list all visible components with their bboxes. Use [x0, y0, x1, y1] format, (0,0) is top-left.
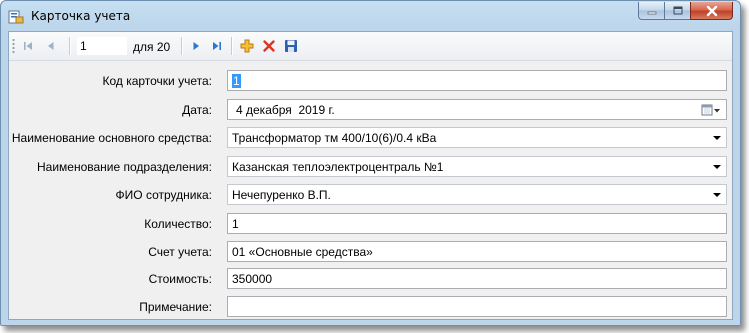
note-field[interactable] — [227, 296, 727, 317]
minimize-icon — [647, 11, 656, 14]
chevron-down-icon[interactable] — [713, 165, 721, 169]
department-combobox[interactable]: Казанская теплоэлектроцентраль №1 — [227, 156, 727, 177]
quantity-value: 1 — [232, 217, 239, 231]
move-last-icon — [213, 42, 221, 50]
form-row-date: Дата: 4 декабря 2019 г. — [9, 99, 732, 121]
move-first-button[interactable] — [19, 37, 37, 55]
account-field[interactable]: 01 «Основные средства» — [227, 241, 727, 262]
asset-combobox[interactable]: Трансформатор тм 400/10(6)/0.4 кВа — [227, 127, 727, 148]
form-row-note: Примечание: — [9, 296, 732, 318]
form-client-area: для 20 Код карточки учета: 1 Да — [8, 31, 733, 320]
minimize-button[interactable] — [638, 2, 664, 20]
date-picker[interactable]: 4 декабря 2019 г. — [227, 99, 727, 120]
chevron-down-icon[interactable] — [713, 136, 721, 140]
code-label: Код карточки учета: — [102, 74, 212, 88]
move-last-button[interactable] — [208, 37, 226, 55]
form-row-account: Счет учета: 01 «Основные средства» — [9, 241, 732, 263]
asset-label: Наименование основного средства: — [11, 131, 212, 145]
department-value: Казанская теплоэлектроцентраль №1 — [232, 160, 444, 174]
quantity-label: Количество: — [144, 217, 212, 231]
close-button[interactable] — [690, 2, 733, 20]
account-value: 01 «Основные средства» — [232, 245, 373, 259]
code-field[interactable]: 1 — [227, 70, 727, 91]
position-input[interactable] — [77, 37, 127, 55]
cost-label: Стоимость: — [148, 272, 212, 286]
move-previous-icon — [48, 42, 54, 50]
maximize-icon — [673, 6, 682, 14]
toolbar-grip[interactable] — [12, 38, 15, 54]
title-bar[interactable]: Карточка учета — [1, 1, 740, 31]
toolbar-separator — [181, 37, 183, 55]
account-label: Счет учета: — [148, 245, 212, 259]
move-previous-button[interactable] — [42, 37, 60, 55]
binding-navigator: для 20 — [9, 32, 732, 61]
employee-value: Нечепуренко В.П. — [232, 188, 331, 202]
form-row-cost: Стоимость: 350000 — [9, 268, 732, 290]
quantity-field[interactable]: 1 — [227, 213, 727, 234]
save-button[interactable] — [282, 37, 300, 55]
calendar-dropdown-icon[interactable] — [701, 103, 721, 117]
form-row-department: Наименование подразделения: Казанская те… — [9, 156, 732, 178]
employee-label: ФИО сотрудника: — [115, 188, 212, 202]
close-icon — [706, 5, 717, 16]
add-new-button[interactable] — [238, 37, 256, 55]
record-card-window: Карточка учета для 20 — [0, 0, 741, 326]
form-icon — [8, 9, 24, 25]
add-new-icon — [240, 39, 254, 53]
chevron-down-icon[interactable] — [713, 193, 721, 197]
toolbar-separator — [231, 37, 233, 55]
date-value: 4 декабря 2019 г. — [236, 103, 335, 117]
cost-field[interactable]: 350000 — [227, 268, 727, 289]
date-label: Дата: — [182, 103, 212, 117]
maximize-button[interactable] — [664, 2, 690, 20]
delete-button[interactable] — [260, 37, 278, 55]
delete-icon — [263, 40, 275, 52]
move-first-icon — [24, 42, 32, 50]
move-next-icon — [193, 42, 199, 50]
window-title: Карточка учета — [31, 9, 131, 23]
toolbar-separator — [69, 37, 71, 55]
save-icon — [285, 40, 297, 52]
caption-buttons — [638, 2, 733, 21]
form-row-quantity: Количество: 1 — [9, 213, 732, 235]
note-label: Примечание: — [139, 300, 212, 314]
form-row-asset: Наименование основного средства: Трансфо… — [9, 127, 732, 149]
form-row-code: Код карточки учета: 1 — [9, 70, 732, 92]
form-row-employee: ФИО сотрудника: Нечепуренко В.П. — [9, 184, 732, 206]
cost-value: 350000 — [232, 272, 273, 286]
code-value: 1 — [232, 74, 241, 88]
asset-value: Трансформатор тм 400/10(6)/0.4 кВа — [232, 131, 437, 145]
department-label: Наименование подразделения: — [37, 160, 212, 174]
record-count-label: для 20 — [133, 40, 171, 54]
move-next-button[interactable] — [187, 37, 205, 55]
employee-combobox[interactable]: Нечепуренко В.П. — [227, 184, 727, 205]
